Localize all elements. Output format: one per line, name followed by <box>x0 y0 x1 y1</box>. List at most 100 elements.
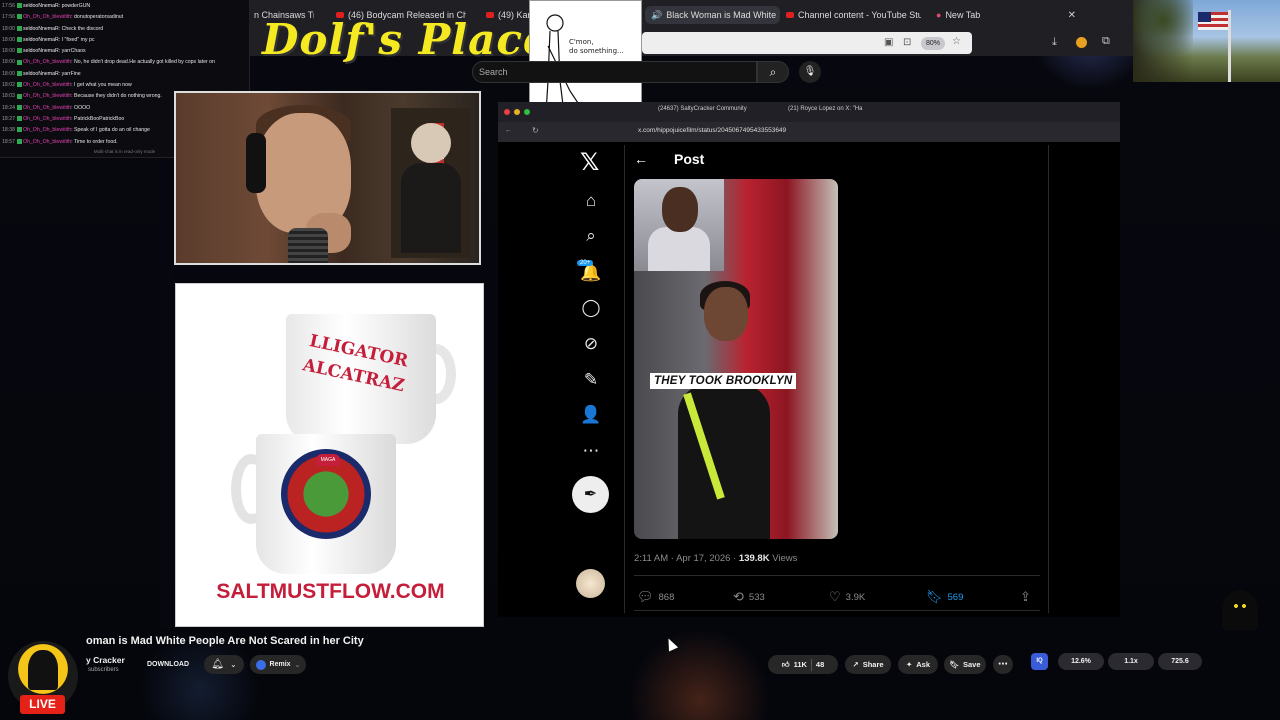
window-close-dot[interactable] <box>504 109 510 115</box>
chat-timestamp: 18:00 <box>2 48 15 55</box>
compose-post-button[interactable]: ✒ <box>572 476 609 513</box>
chat-message: 18:00 Oh_Oh_Oh_blewitith: No, he didn't d… <box>2 57 247 68</box>
messages-icon[interactable]: ◯ <box>580 297 602 319</box>
tab-channel-content[interactable]: Channel content - YouTube Stu✕ <box>786 6 921 24</box>
chat-timestamp: 18:03 <box>2 93 15 100</box>
post-views-count: 139.8K <box>738 553 770 564</box>
chat-username: seldooNnemaR <box>22 48 59 55</box>
platform-icon <box>16 70 22 76</box>
tab-new-tab[interactable]: ● New Tab ✕ <box>936 6 1076 24</box>
live-badge: LIVE <box>20 695 65 714</box>
download-page-icon[interactable]: ⊡ <box>903 37 911 48</box>
home-icon[interactable]: ⌂ <box>580 190 602 212</box>
platform-icon <box>16 127 22 133</box>
save-button[interactable]: 🔖︎ Save <box>944 655 986 674</box>
mic-button[interactable]: 🎙 <box>799 61 821 83</box>
pip-icon[interactable]: ▣ <box>884 37 893 48</box>
like-dislike-pill[interactable]: 👍︎ 11K 48 <box>768 655 838 674</box>
chat-message: 17:56 Oh_Oh_Oh_blewitith: donutoperatorsa… <box>2 12 247 23</box>
post-video[interactable]: THEY TOOK BROOKLYN <box>634 179 838 539</box>
back-arrow-icon[interactable]: ← <box>634 151 648 167</box>
youtube-search-input[interactable] <box>472 61 757 83</box>
captured-url: x.com/hippojuicefilm/status/204506749543… <box>638 127 787 134</box>
ask-button[interactable]: ✦ Ask <box>898 655 938 674</box>
download-button[interactable]: DOWNLOAD <box>140 655 196 674</box>
bookmark-button[interactable]: 🔖︎ 569 <box>926 589 963 605</box>
post-time: 2:11 AM · Apr 17, 2026 · <box>634 553 739 564</box>
lists-icon[interactable]: ✎ <box>580 369 602 391</box>
chat-username: Oh_Oh_Oh_blewitith <box>22 93 72 100</box>
downloads-icon[interactable]: ⤓ <box>1052 36 1057 49</box>
search-icon[interactable]: ⌕ <box>580 225 602 247</box>
captured-address-bar[interactable] <box>498 122 1120 142</box>
chat-timestamp: 17:56 <box>2 14 15 21</box>
bookmark-icon: 🔖︎ <box>926 589 943 604</box>
divider <box>810 658 812 671</box>
painting-face <box>411 123 451 163</box>
video-caption: THEY TOOK BROOKLYN <box>650 373 797 389</box>
grok-icon[interactable]: ⊘ <box>580 333 602 355</box>
chat-text: Speak of I gotta do an oil change <box>74 127 150 134</box>
back-arrow-icon[interactable]: ← <box>505 127 512 134</box>
search-placeholder: Search <box>479 67 508 77</box>
remix-button[interactable]: Remix ⌄ <box>250 655 306 674</box>
divider <box>634 575 1040 576</box>
column-divider <box>1048 145 1049 613</box>
zoom-level[interactable]: 80% <box>921 37 945 50</box>
more-actions-button[interactable]: ⋯ <box>993 655 1013 674</box>
chevron-down-icon: ⌄ <box>294 661 301 669</box>
profile-icon[interactable]: 👤 <box>580 404 602 426</box>
hooded-eyes <box>1232 604 1248 609</box>
captured-tab-community[interactable]: (24637) SaltyCracker Community <box>658 106 747 112</box>
reload-icon[interactable]: ↻ <box>532 126 539 135</box>
profile-icon[interactable] <box>1076 37 1087 48</box>
platform-icon <box>16 104 22 110</box>
woman-head <box>704 287 748 341</box>
stat-percent: 12.6% <box>1058 653 1104 670</box>
close-icon[interactable]: ✕ <box>1068 10 1076 21</box>
thumbs-up-icon[interactable]: 👍︎ <box>782 660 790 670</box>
share-icon: ↗ <box>852 660 859 669</box>
repost-button[interactable]: ⟲ 533 <box>733 589 765 605</box>
chat-timestamp: 17:56 <box>2 3 15 9</box>
platform-icon <box>16 3 22 9</box>
star-icon[interactable]: ☆ <box>952 36 961 47</box>
notification-bell-button[interactable]: 🔔︎ ⌄ <box>204 655 244 674</box>
captured-tab-post[interactable]: (21) Royce Lopez on X: "Ha <box>788 106 863 112</box>
chat-timestamp: 18:24 <box>2 104 15 111</box>
reply-button[interactable]: 💬︎ 868 <box>637 589 674 605</box>
window-min-dot[interactable] <box>514 109 520 115</box>
chat-username: Oh_Oh_Oh_blewitith <box>22 59 72 66</box>
x-logo-icon[interactable]: 𝕏 <box>580 148 599 177</box>
more-icon[interactable]: ⋯ <box>580 440 602 462</box>
chat-username: Oh_Oh_Oh_blewitith <box>22 127 72 134</box>
channel-name[interactable]: y Cracker <box>86 655 125 665</box>
chat-message: 18:02 Oh_Oh_Oh_blewitith: I get what you … <box>2 80 247 91</box>
chat-text: Because they didn't do nothing wrong. <box>74 93 162 100</box>
like-button[interactable]: ♡ 3.9K <box>829 589 865 605</box>
heart-icon: ♡ <box>829 589 841 604</box>
share-button[interactable]: ⇪ <box>1020 589 1031 605</box>
speaker-icon: 🔊 <box>651 9 663 20</box>
account-avatar[interactable] <box>576 569 605 598</box>
dislike-count[interactable]: 48 <box>816 660 824 669</box>
platform-icon <box>16 37 22 43</box>
chat-text: PatrickBooPatrickBoo <box>74 115 125 122</box>
extensions-icon[interactable]: ⧉ <box>1102 35 1110 48</box>
tab-label: Black Woman is Mad White <box>666 10 777 20</box>
tab-black-woman[interactable]: 🔊Black Woman is Mad White✕ <box>645 6 780 24</box>
bookmark-count: 569 <box>947 591 964 603</box>
subscriber-count: subscribers <box>88 667 119 673</box>
chat-timestamp: 18:00 <box>2 59 15 66</box>
inset-face <box>662 187 698 232</box>
reply-icon: 💬︎ <box>637 589 654 604</box>
stats-icon[interactable]: IQ <box>1031 653 1048 670</box>
captured-tab-bar: (24637) SaltyCracker Community (21) Royc… <box>498 102 1120 122</box>
chat-username: Oh_Oh_Oh_blewitith <box>22 138 72 145</box>
share-button[interactable]: ↗ Share <box>845 655 891 674</box>
stat-value: 725.6 <box>1158 653 1202 670</box>
search-button[interactable]: ⌕ <box>757 61 789 83</box>
stream-edge <box>160 160 174 628</box>
window-max-dot[interactable] <box>524 109 530 115</box>
more-icon: ⋯ <box>998 659 1008 670</box>
